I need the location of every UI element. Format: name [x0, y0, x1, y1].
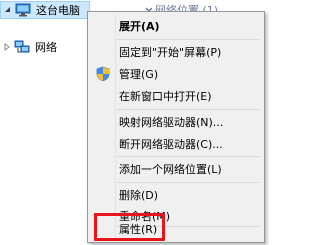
- network-icon: [14, 40, 30, 54]
- menu-item-label: 展开(A): [119, 20, 160, 33]
- menu-item-manage[interactable]: 管理(G): [90, 63, 262, 85]
- menu-item-delete[interactable]: 删除(D): [90, 184, 262, 206]
- menu-item-pin-to-start[interactable]: 固定到"开始"屏幕(P): [90, 41, 262, 63]
- menu-item-label: 断开网络驱动器(C)...: [119, 138, 223, 151]
- menu-item-label: 固定到"开始"屏幕(P): [119, 46, 222, 59]
- menu-item-label: 删除(D): [119, 189, 159, 202]
- menu-item-add-network-location[interactable]: 添加一个网络位置(L): [90, 158, 262, 180]
- tree-item-label: 网络: [35, 41, 57, 54]
- menu-item-disconnect-network-drive[interactable]: 断开网络驱动器(C)...: [90, 133, 262, 155]
- menu-item-label: 在新窗口中打开(E): [119, 90, 212, 103]
- menu-item-expand[interactable]: 展开(A): [90, 15, 262, 37]
- menu-separator: [117, 39, 260, 40]
- tree-item-network[interactable]: 网络: [0, 38, 57, 56]
- menu-item-label: 管理(G): [119, 68, 159, 81]
- menu-separator: [117, 156, 260, 157]
- collapse-arrow-icon[interactable]: [3, 43, 11, 51]
- computer-icon: [15, 3, 31, 17]
- menu-item-open-new-window[interactable]: 在新窗口中打开(E): [90, 85, 262, 107]
- expand-arrow-icon[interactable]: [4, 6, 12, 14]
- explorer-window: 这台电脑 网络 网络位置 (1) 展开(A): [0, 0, 267, 245]
- menu-separator: [117, 109, 260, 110]
- highlight-annotation: [94, 213, 165, 241]
- menu-item-label: 添加一个网络位置(L): [119, 163, 222, 176]
- context-menu: 展开(A) 固定到"开始"屏幕(P) 管理(G) 在新窗口中打开(E) 映射网络…: [87, 11, 265, 243]
- menu-item-label: 映射网络驱动器(N)...: [119, 116, 224, 129]
- menu-item-map-network-drive[interactable]: 映射网络驱动器(N)...: [90, 111, 262, 133]
- tree-item-this-pc[interactable]: 这台电脑: [0, 1, 90, 19]
- menu-separator: [117, 182, 260, 183]
- uac-shield-icon: [95, 66, 111, 82]
- tree-item-label: 这台电脑: [36, 4, 80, 17]
